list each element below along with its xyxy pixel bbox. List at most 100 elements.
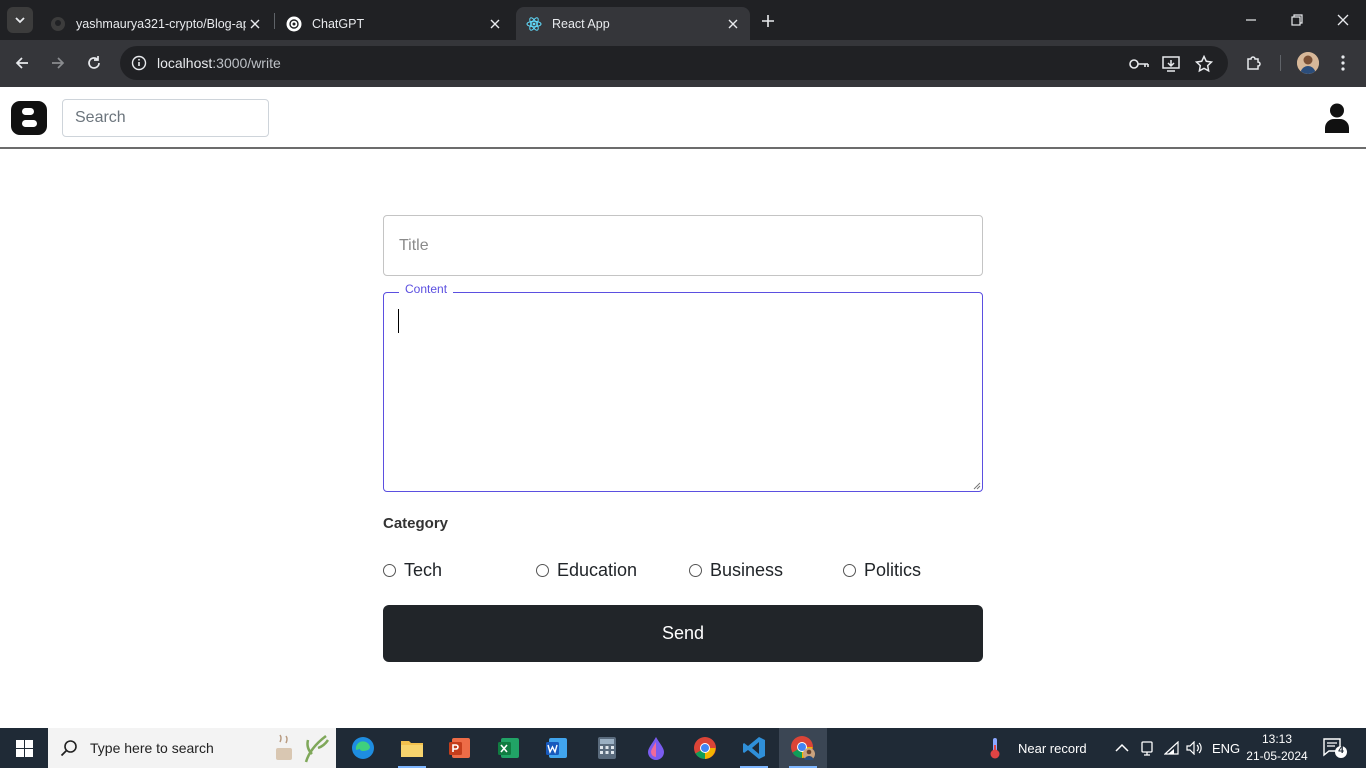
category-option-education[interactable]: Education (536, 560, 637, 581)
content-label: Content (399, 282, 454, 296)
folder-icon (401, 741, 423, 757)
start-button[interactable] (0, 728, 48, 768)
tab-chatgpt[interactable]: ChatGPT (276, 7, 512, 40)
language-indicator[interactable]: ENG (1212, 728, 1240, 768)
category-option-label: Politics (864, 560, 922, 580)
radio-button[interactable] (689, 564, 702, 577)
plus-icon (762, 15, 774, 27)
network-button[interactable] (1164, 728, 1180, 768)
battery-device-icon (1141, 741, 1153, 756)
category-option-business[interactable]: Business (689, 560, 783, 581)
chrome-icon (694, 737, 716, 759)
tab-title: yashmaurya321-crypto/Blog-ap (76, 16, 246, 31)
resize-grip-icon[interactable] (971, 480, 981, 490)
arrow-right-icon (52, 57, 65, 69)
chevron-up-icon (1115, 743, 1129, 752)
taskbar-word[interactable] (533, 728, 581, 768)
radio-button[interactable] (383, 564, 396, 577)
tab-divider (274, 13, 275, 29)
back-button[interactable] (9, 50, 35, 76)
close-tab-icon[interactable] (724, 15, 742, 33)
blogger-logo-icon[interactable] (11, 101, 47, 135)
close-tab-icon[interactable] (486, 15, 504, 33)
content-textarea[interactable] (385, 294, 981, 490)
category-option-tech[interactable]: Tech (383, 560, 442, 581)
profile-photo-icon (1297, 52, 1319, 74)
text-caret (398, 309, 399, 333)
bookmark-star-icon[interactable] (1193, 53, 1215, 75)
minimize-icon (1246, 19, 1256, 21)
user-icon[interactable] (1325, 103, 1349, 133)
close-tab-icon[interactable] (246, 15, 264, 33)
send-button[interactable]: Send (383, 605, 983, 662)
wifi-icon (1164, 741, 1179, 755)
restore-button[interactable] (1274, 6, 1320, 34)
address-bar[interactable]: localhost:3000/write (120, 46, 1228, 80)
search-input[interactable] (62, 99, 269, 137)
category-option-label: Business (710, 560, 784, 580)
forward-button[interactable] (45, 50, 71, 76)
taskbar-chrome-profile[interactable] (779, 728, 827, 768)
edge-icon (352, 737, 374, 759)
title-input[interactable] (383, 215, 983, 276)
taskbar-search-text: Type here to search (90, 740, 214, 756)
clock-date: 21-05-2024 (1246, 749, 1308, 763)
menu-kebab-icon[interactable] (1332, 52, 1354, 74)
minimize-button[interactable] (1228, 6, 1274, 34)
thermometer-icon (990, 738, 1000, 759)
content-textarea-container (383, 292, 983, 492)
search-icon (60, 740, 77, 757)
meet-now-button[interactable] (1140, 728, 1154, 768)
tab-react-app[interactable]: React App (516, 7, 750, 40)
taskbar-powerpoint[interactable] (436, 728, 484, 768)
chrome-profile-icon (791, 736, 815, 760)
notification-count: 4 (1338, 745, 1344, 756)
tab-search-button[interactable] (7, 7, 33, 33)
new-tab-button[interactable] (756, 9, 780, 33)
windows-logo-icon (15, 739, 33, 757)
arrow-left-icon (15, 57, 28, 69)
taskbar-file-explorer[interactable] (388, 728, 436, 768)
github-icon (50, 16, 66, 32)
password-key-icon[interactable] (1128, 53, 1150, 75)
tab-github[interactable]: yashmaurya321-crypto/Blog-ap (40, 7, 272, 40)
react-icon (526, 16, 542, 32)
weather-widget[interactable]: Near record (988, 728, 1087, 768)
taskbar-search-box[interactable]: Type here to search (48, 728, 336, 768)
taskbar-paint[interactable] (632, 728, 680, 768)
taskbar-chrome[interactable] (681, 728, 729, 768)
close-window-button[interactable] (1320, 6, 1366, 34)
category-label: Category (383, 515, 449, 532)
reload-button[interactable] (81, 50, 107, 76)
taskbar-excel[interactable] (485, 728, 533, 768)
vscode-icon (743, 737, 765, 759)
show-hidden-icons-button[interactable] (1115, 728, 1129, 768)
app-navbar (0, 87, 1366, 149)
restore-icon (1291, 14, 1303, 26)
chevron-down-icon (15, 17, 25, 24)
volume-button[interactable] (1186, 728, 1204, 768)
tab-title: React App (552, 16, 610, 31)
radio-button[interactable] (536, 564, 549, 577)
radio-button[interactable] (843, 564, 856, 577)
url-host: localhost (157, 55, 213, 71)
tab-title: ChatGPT (312, 16, 365, 31)
powerpoint-icon (449, 738, 470, 758)
reload-icon (88, 56, 100, 69)
category-option-label: Tech (404, 560, 443, 580)
taskbar-vscode[interactable] (730, 728, 778, 768)
taskbar-edge[interactable] (339, 728, 387, 768)
category-option-politics[interactable]: Politics (843, 560, 921, 581)
install-app-icon[interactable] (1160, 53, 1182, 75)
taskbar-clock[interactable]: 13:13 21-05-2024 (1244, 731, 1310, 765)
url-text: localhost:3000/write (157, 55, 281, 71)
site-info-icon[interactable] (128, 52, 150, 74)
browser-toolbar: localhost:3000/write (0, 40, 1366, 87)
profile-avatar[interactable] (1297, 52, 1319, 74)
extensions-puzzle-icon[interactable] (1243, 52, 1265, 74)
toolbar-divider (1280, 55, 1281, 71)
weather-text: Near record (1018, 740, 1087, 756)
calculator-icon (598, 737, 616, 759)
taskbar-calculator[interactable] (583, 728, 631, 768)
notification-center-button[interactable]: 4 (1322, 737, 1348, 759)
